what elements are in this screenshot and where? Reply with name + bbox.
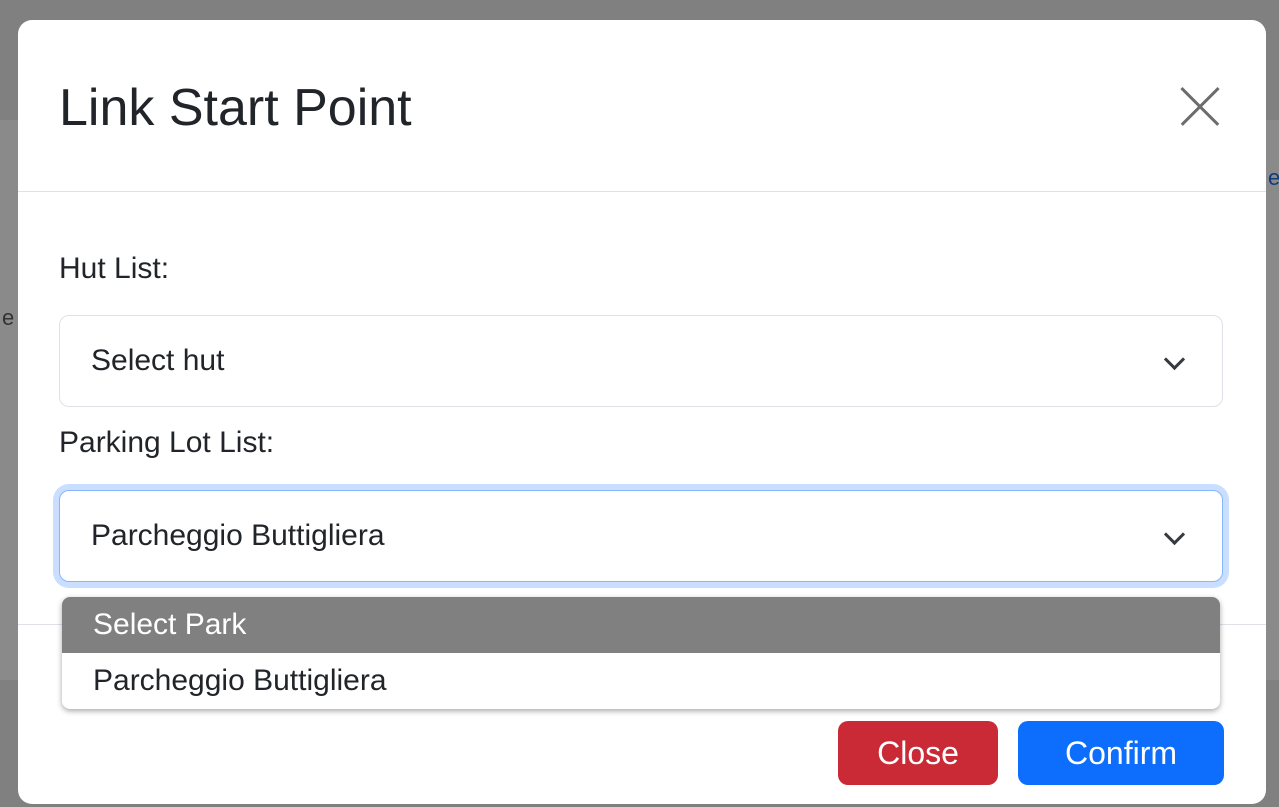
parking-lot-list-label: Parking Lot List: (59, 426, 275, 459)
parking-lot-select-value: Parcheggio Buttigliera (91, 519, 385, 552)
close-icon[interactable] (1178, 84, 1222, 128)
dropdown-option-select-park[interactable]: Select Park (62, 597, 1220, 653)
dropdown-option-parcheggio-buttigliera[interactable]: Parcheggio Buttigliera (62, 653, 1220, 709)
parking-lot-dropdown: Select Park Parcheggio Buttigliera (62, 597, 1220, 709)
modal-header: Link Start Point (18, 20, 1266, 192)
hut-list-label: Hut List: (59, 252, 170, 285)
hut-select[interactable]: Select hut (59, 315, 1223, 407)
backdrop-text-fragment: e (1268, 165, 1279, 190)
backdrop-left-edge (0, 120, 18, 680)
confirm-button[interactable]: Confirm (1018, 721, 1224, 785)
close-button[interactable]: Close (838, 721, 998, 785)
hut-select-value: Select hut (91, 344, 225, 377)
chevron-down-icon (1163, 348, 1186, 371)
modal-title: Link Start Point (59, 79, 412, 137)
backdrop-text-fragment: e (2, 305, 15, 330)
parking-lot-select[interactable]: Parcheggio Buttigliera (59, 490, 1223, 582)
backdrop-right-edge (1265, 120, 1279, 680)
chevron-down-icon (1163, 523, 1186, 546)
